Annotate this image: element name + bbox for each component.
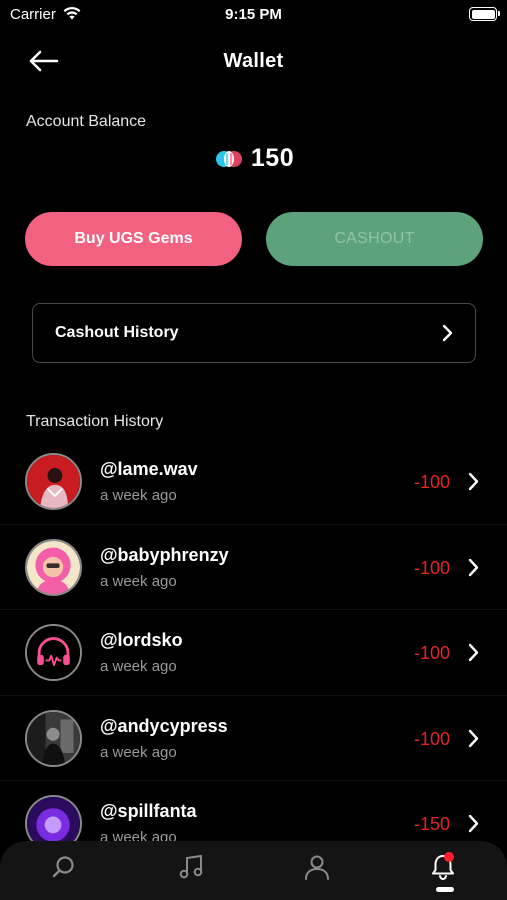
transaction-amount: -150 [413,814,450,834]
buy-gems-button[interactable]: Buy UGS Gems [25,212,242,266]
tab-search[interactable] [44,853,84,893]
active-tab-indicator [436,887,454,892]
transaction-amount: -100 [413,557,450,578]
cashout-history-button[interactable]: Cashout History [32,303,476,363]
chevron-right-icon [468,472,479,491]
tab-bar [0,841,507,900]
transaction-time: a week ago [100,743,177,761]
tab-music[interactable] [171,853,211,893]
balance-value: 150 [250,144,295,172]
transaction-handle: @lame.wav [100,459,198,479]
notification-badge [444,852,454,862]
chevron-right-icon [468,558,479,576]
chevron-right-icon [468,643,479,662]
transaction-amount: -100 [413,472,450,492]
account-balance-label: Account Balance [26,113,147,130]
transaction-handle: @spillfanta [100,801,197,821]
chevron-right-icon [468,814,479,833]
page-title: Wallet [223,50,284,72]
avatar [25,453,82,510]
transaction-handle: @lordsko [100,630,183,650]
music-note-icon [179,855,203,879]
avatar [25,538,82,596]
status-time: 9:15 PM [225,6,282,23]
transaction-amount: -100 [413,728,450,749]
transaction-list: @lame.wav a week ago -100 @babyphrenzy a… [0,439,507,867]
transaction-row[interactable]: @andycypress a week ago -100 [0,696,507,781]
avatar [25,709,82,767]
chevron-right-icon [442,324,453,342]
transaction-time: a week ago [100,572,177,590]
status-bar: Carrier 9:15 PM [0,0,507,30]
avatar [25,624,82,681]
balance-row: 150 [0,144,507,173]
transaction-history-heading: Transaction History [26,413,164,430]
search-icon [52,856,74,878]
transaction-amount: -100 [413,643,450,663]
profile-icon [305,855,329,880]
transaction-handle: @andycypress [100,715,228,736]
battery-icon [469,7,500,21]
tab-profile[interactable] [297,853,337,893]
chevron-right-icon [468,729,479,747]
transaction-time: a week ago [100,487,177,504]
headphones-icon [27,626,80,679]
transaction-time: a week ago [100,658,177,675]
transaction-row[interactable]: @babyphrenzy a week ago -100 [0,525,507,610]
cashout-history-label: Cashout History [55,324,179,341]
transaction-row[interactable]: @lordsko a week ago -100 [0,610,507,696]
transaction-handle: @babyphrenzy [100,544,229,565]
gem-icon [215,150,242,167]
cashout-button[interactable]: CASHOUT [266,212,483,266]
transaction-row[interactable]: @lame.wav a week ago -100 [0,439,507,525]
